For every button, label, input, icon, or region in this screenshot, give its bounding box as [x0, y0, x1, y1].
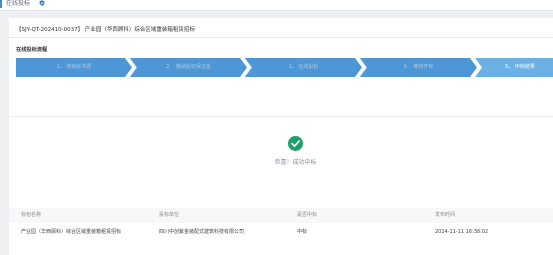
- cell-won-status: 中标: [297, 229, 308, 235]
- step-label: 4、 等待开标: [403, 64, 434, 70]
- step-5: 5、 中标结果: [475, 58, 553, 77]
- step-label: 3、 在线投标: [288, 64, 319, 70]
- step-3: 3、 在线投标: [245, 58, 362, 77]
- step-1: 1、 缴纳标书费: [16, 58, 132, 77]
- column-header-publish-time: 发布时间: [435, 212, 456, 218]
- step-label: 2、 缴纳投标保证金: [166, 64, 211, 70]
- column-header-won: 是否中标: [297, 212, 318, 218]
- step-4: 4、 等待开标: [360, 58, 477, 77]
- process-steps: 1、 缴纳标书费 2、 缴纳投标保证金 3、 在线投标 4、 等待开标 5、 中…: [16, 58, 553, 77]
- column-header-bidder: 投标单位: [159, 212, 180, 218]
- cell-package-name: 产业园（华西顾科）综合区域重装箱租赁招标: [21, 229, 122, 235]
- shield-check-icon: [39, 0, 45, 6]
- step-label: 5、 中标结果: [505, 64, 535, 70]
- current-tab-label[interactable]: 在线投标: [6, 0, 30, 8]
- divider: [9, 116, 553, 117]
- success-message: 恭喜！成功中标: [274, 159, 317, 166]
- step-2: 2、 缴纳投标保证金: [130, 58, 247, 77]
- cell-bidder: 四川中创紫金装配式建筑科技有限公司: [159, 229, 245, 235]
- result-table-header: 标包名称 投标单位 是否中标 发布时间: [9, 208, 553, 223]
- divider: [9, 37, 553, 38]
- tab-accent-line: [0, 0, 2, 8]
- process-section-title: 在线投标流程: [16, 47, 48, 53]
- step-label: 1、 缴纳标书费: [56, 64, 92, 70]
- main-panel: 【SJY-QT-202410-0037】 产业园（华西顾科）综合区域重装箱租赁招…: [9, 18, 553, 255]
- project-title: 【SJY-QT-202410-0037】 产业园（华西顾科）综合区域重装箱租赁招…: [16, 27, 195, 33]
- cell-publish-time: 2024-11-11 16:38:02: [435, 229, 489, 235]
- top-bar: 在线投标: [0, 0, 553, 11]
- check-circle-icon: [288, 136, 303, 151]
- table-row: 产业园（华西顾科）综合区域重装箱租赁招标 四川中创紫金装配式建筑科技有限公司 中…: [9, 223, 553, 241]
- column-header-package: 标包名称: [21, 212, 42, 218]
